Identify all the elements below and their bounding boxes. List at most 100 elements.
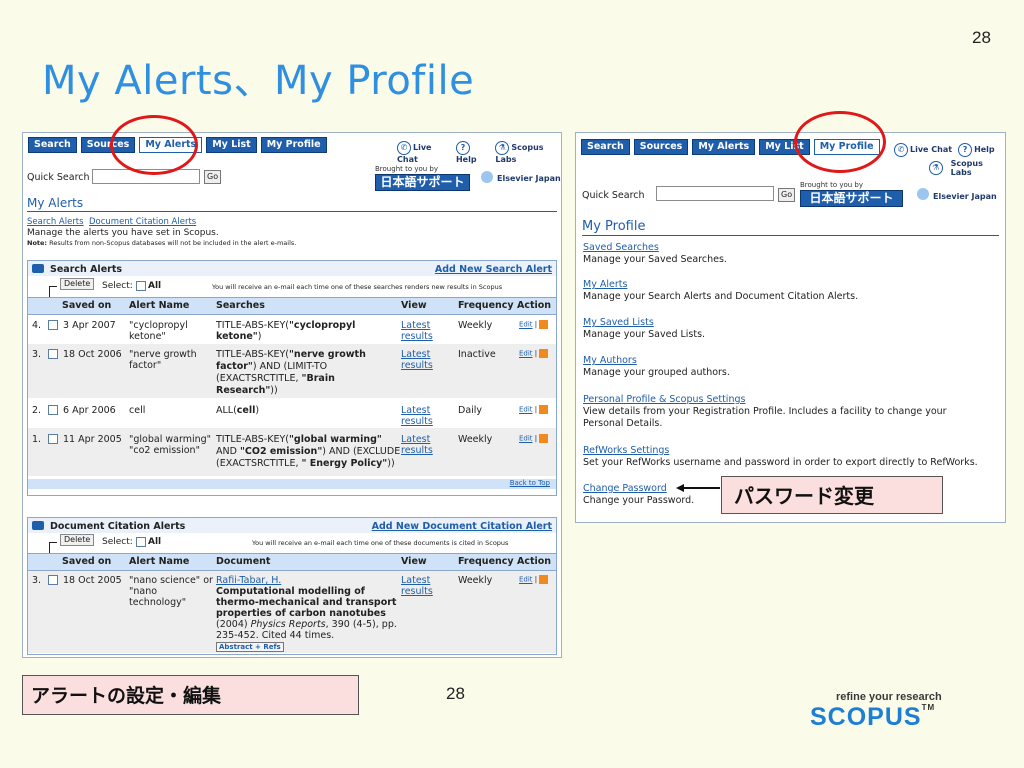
- latest-results-link[interactable]: Latest results: [401, 349, 433, 371]
- japanese-support-banner[interactable]: 日本語サポート: [375, 174, 470, 191]
- edit-link[interactable]: Edit: [519, 321, 533, 329]
- profile-item: My Alerts Manage your Search Alerts and D…: [583, 279, 859, 302]
- delete-button[interactable]: Delete: [60, 534, 95, 546]
- doc-alerts-table-header: Saved on Alert Name Document View Freque…: [28, 553, 556, 571]
- back-to-top-bar: Back to Top: [28, 479, 556, 489]
- doc-alerts-info: You will receive an e-mail each time one…: [252, 539, 509, 547]
- add-new-search-alert-link[interactable]: Add New Search Alert: [435, 264, 552, 275]
- my-alerts-link[interactable]: My Alerts: [583, 279, 627, 290]
- row-checkbox[interactable]: [48, 575, 58, 585]
- rss-icon[interactable]: [539, 320, 549, 329]
- labs-icon: ⚗: [929, 161, 943, 175]
- rss-icon[interactable]: [539, 405, 549, 414]
- nav-search-button[interactable]: Search: [581, 139, 630, 155]
- select-all-checkbox[interactable]: [136, 281, 146, 291]
- slide-title: My Alerts、My Profile: [42, 58, 475, 104]
- change-password-link[interactable]: Change Password: [583, 483, 667, 494]
- edit-link[interactable]: Edit: [519, 576, 533, 584]
- row-checkbox[interactable]: [48, 405, 58, 415]
- callout-arrowhead: [676, 484, 684, 492]
- elsevier-icon: [481, 171, 493, 183]
- chat-icon: ✆: [894, 143, 908, 157]
- select-label: Select:: [102, 537, 133, 547]
- refworks-settings-link[interactable]: RefWorks Settings: [583, 445, 669, 456]
- help-link[interactable]: ?Help: [455, 141, 489, 164]
- live-chat-link[interactable]: ✆ Live Chat: [894, 143, 952, 157]
- refresh-icon: [32, 264, 44, 273]
- highlight-circle-my-alerts: [110, 115, 198, 175]
- document-citation-alerts-box: Document Citation Alerts Add New Documen…: [27, 517, 557, 655]
- profile-item: My Authors Manage your grouped authors.: [583, 355, 730, 378]
- my-authors-link[interactable]: My Authors: [583, 355, 637, 366]
- nav-my-list-button[interactable]: My List: [206, 137, 257, 153]
- password-change-callout: パスワード変更: [721, 476, 943, 514]
- highlight-circle-my-profile: [794, 111, 886, 173]
- edit-link[interactable]: Edit: [519, 435, 533, 443]
- personal-profile-settings-link[interactable]: Personal Profile & Scopus Settings: [583, 394, 745, 405]
- profile-item: RefWorks Settings Set your RefWorks usern…: [583, 445, 978, 468]
- back-to-top-link[interactable]: Back to Top: [510, 479, 550, 487]
- help-link[interactable]: ?Help: [958, 143, 995, 157]
- sub-links: Search Alerts Document Citation Alerts: [27, 217, 196, 227]
- go-button[interactable]: Go: [204, 170, 222, 184]
- search-alerts-link[interactable]: Search Alerts: [27, 217, 84, 227]
- delete-button[interactable]: Delete: [60, 278, 95, 290]
- select-all-checkbox[interactable]: [136, 537, 146, 547]
- heading-rule: [27, 211, 557, 212]
- latest-results-link[interactable]: Latest results: [401, 575, 433, 597]
- rss-icon[interactable]: [539, 434, 549, 443]
- select-label: Select:: [102, 281, 133, 291]
- quick-search-label: Quick Search: [582, 190, 645, 201]
- abstract-refs-button[interactable]: Abstract + Refs: [216, 642, 284, 652]
- table-row: 3. 18 Oct 2005 "nano science" or "nano tec…: [28, 571, 556, 653]
- latest-results-link[interactable]: Latest results: [401, 434, 433, 456]
- quick-search-label: Quick Search: [27, 172, 90, 183]
- scopus-labs-link[interactable]: ⚗ Scopus Labs: [929, 159, 1005, 177]
- my-saved-lists-link[interactable]: My Saved Lists: [583, 317, 654, 328]
- row-checkbox[interactable]: [48, 434, 58, 444]
- edit-link[interactable]: Edit: [519, 406, 533, 414]
- page-heading: My Profile: [582, 219, 646, 234]
- author-link[interactable]: Rafii-Tabar, H.: [216, 575, 281, 586]
- edit-link[interactable]: Edit: [519, 350, 533, 358]
- scopus-labs-link[interactable]: ⚗ Scopus Labs: [495, 141, 561, 164]
- add-new-document-citation-alert-link[interactable]: Add New Document Citation Alert: [372, 521, 552, 532]
- japanese-support-banner[interactable]: 日本語サポート: [800, 190, 903, 207]
- brought-to-you-text: Brought to you by: [375, 165, 439, 173]
- help-icon: ?: [958, 143, 973, 157]
- search-alerts-title: Search Alerts: [50, 264, 123, 275]
- tool-links: ✆ Live Chat ?Help ⚗ Scopus Labs: [397, 141, 561, 164]
- profile-item: Personal Profile & Scopus Settings View d…: [583, 394, 947, 429]
- tool-links: ✆ Live Chat ? Help: [894, 143, 995, 157]
- scopus-logo: SCOPUSTM: [810, 703, 936, 731]
- rss-icon[interactable]: [539, 575, 549, 584]
- callout-arrow: [680, 487, 720, 489]
- latest-results-link[interactable]: Latest results: [401, 320, 433, 342]
- saved-searches-link[interactable]: Saved Searches: [583, 242, 659, 253]
- quick-search-input[interactable]: [656, 186, 774, 201]
- nav-my-alerts-button[interactable]: My Alerts: [692, 139, 756, 155]
- slide-number: 28: [972, 28, 991, 47]
- heading-rule: [582, 235, 999, 236]
- refresh-icon: [32, 521, 44, 530]
- elsevier-japan-text: Elsevier Japan: [933, 192, 997, 201]
- row-checkbox[interactable]: [48, 320, 58, 330]
- select-all-label: All: [148, 537, 162, 547]
- nav-sources-button[interactable]: Sources: [633, 139, 689, 155]
- nav-search-button[interactable]: Search: [28, 137, 77, 153]
- alert-settings-callout: アラートの設定・編集: [22, 675, 359, 715]
- manage-text: Manage the alerts you have set in Scopus…: [27, 228, 219, 238]
- table-row: 4. 3 Apr 2007 "cyclopropyl ketone" TITLE-…: [28, 315, 556, 343]
- nav-my-profile-button[interactable]: My Profile: [260, 137, 327, 153]
- rss-icon[interactable]: [539, 349, 549, 358]
- note-text: Note: Results from non-Scopus databases …: [27, 239, 297, 247]
- go-button[interactable]: Go: [778, 188, 796, 202]
- latest-results-link[interactable]: Latest results: [401, 405, 433, 427]
- select-all-label: All: [148, 281, 162, 291]
- document-citation-alerts-link[interactable]: Document Citation Alerts: [89, 217, 196, 227]
- elsevier-icon: [917, 188, 929, 200]
- live-chat-link[interactable]: ✆ Live Chat: [397, 141, 450, 164]
- row-checkbox[interactable]: [48, 349, 58, 359]
- help-icon: ?: [455, 141, 470, 155]
- my-alerts-panel: Search Sources My Alerts My List My Prof…: [22, 132, 562, 658]
